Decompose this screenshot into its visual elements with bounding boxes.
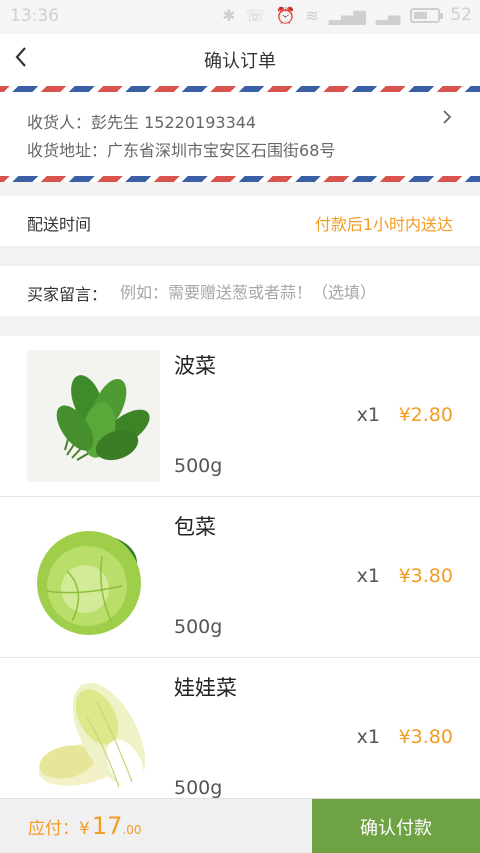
product-quantity: x1 [356,565,380,587]
bluetooth-icon: ✱ [222,5,236,25]
confirm-payment-button[interactable]: 确认付款 [312,799,480,853]
pay-amount-integer: 17 [91,812,123,840]
product-name: 包菜 [174,515,216,539]
airmail-border-top [0,86,480,92]
signal-icon: ▂▄▆ [328,5,366,25]
status-time: 13:36 [10,6,59,26]
product-item: 娃娃菜 x1 ¥3.80 500g [0,658,480,798]
delivery-value: 付款后1小时内送达 [314,215,453,234]
status-bar: 13:36 ✱ ☏ ⏰ ≋ ▂▄▆ ▂▄ 52 [0,0,480,34]
delivery-time-row: 配送时间 付款后1小时内送达 [0,196,480,246]
receiver-row: 收货人：彭先生 15220193344 [27,109,256,133]
delivery-label: 配送时间 [27,215,92,234]
pay-label: 应付： [28,819,79,839]
product-price: ¥2.80 [398,404,453,426]
signal-icon-2: ▂▄ [375,5,401,25]
status-icons: ✱ ☏ ⏰ ≋ ▂▄▆ ▂▄ 52 [222,5,472,25]
receiver-phone: 15220193344 [144,113,257,132]
pay-currency: ¥ [79,819,90,839]
product-quantity: x1 [356,404,380,426]
checkout-bar: 应付： ¥ 17 .00 确认付款 [0,798,480,853]
product-name: 娃娃菜 [174,676,237,700]
address-value: 广东省深圳市宝安区石围街68号 [107,141,336,160]
navbar: 确认订单 [0,34,480,86]
spinach-image [27,350,160,482]
address-label: 收货地址： [27,141,108,160]
baby-cabbage-image [27,672,160,798]
payable-amount: 应付： ¥ 17 .00 [28,812,141,840]
product-quantity: x1 [356,726,380,748]
receiver-label: 收货人： [27,113,92,132]
product-name: 波菜 [174,354,216,378]
product-weight: 500g [174,616,223,638]
remark-input[interactable] [120,278,460,306]
alarm-icon: ⏰ [275,5,296,25]
wifi-icon: ≋ [305,5,319,25]
cabbage-image [27,511,160,643]
pay-amount-decimal: .00 [122,823,142,837]
address-card[interactable]: 收货人：彭先生 15220193344 收货地址：广东省深圳市宝安区石围街68号 [0,86,480,182]
product-price: ¥3.80 [398,565,453,587]
product-weight: 500g [174,455,223,477]
product-item: 包菜 x1 ¥3.80 500g [0,497,480,658]
battery-icon [410,7,444,23]
buyer-remark-row: 买家留言： [0,266,480,316]
battery-level: 52 [450,5,472,25]
remark-label: 买家留言： [27,285,108,304]
product-price: ¥3.80 [398,726,453,748]
product-item: 波菜 x1 ¥2.80 500g [0,336,480,497]
chevron-right-icon[interactable] [442,106,452,131]
address-row: 收货地址：广东省深圳市宝安区石围街68号 [27,137,335,161]
airmail-border-bottom [0,176,480,182]
receiver-name: 彭先生 [91,113,140,132]
phone-icon: ☏ [245,5,266,25]
product-weight: 500g [174,777,223,798]
product-list: 波菜 x1 ¥2.80 500g 包菜 x1 ¥3.80 500g 娃娃菜 x1… [0,336,480,798]
page-title: 确认订单 [204,51,276,72]
